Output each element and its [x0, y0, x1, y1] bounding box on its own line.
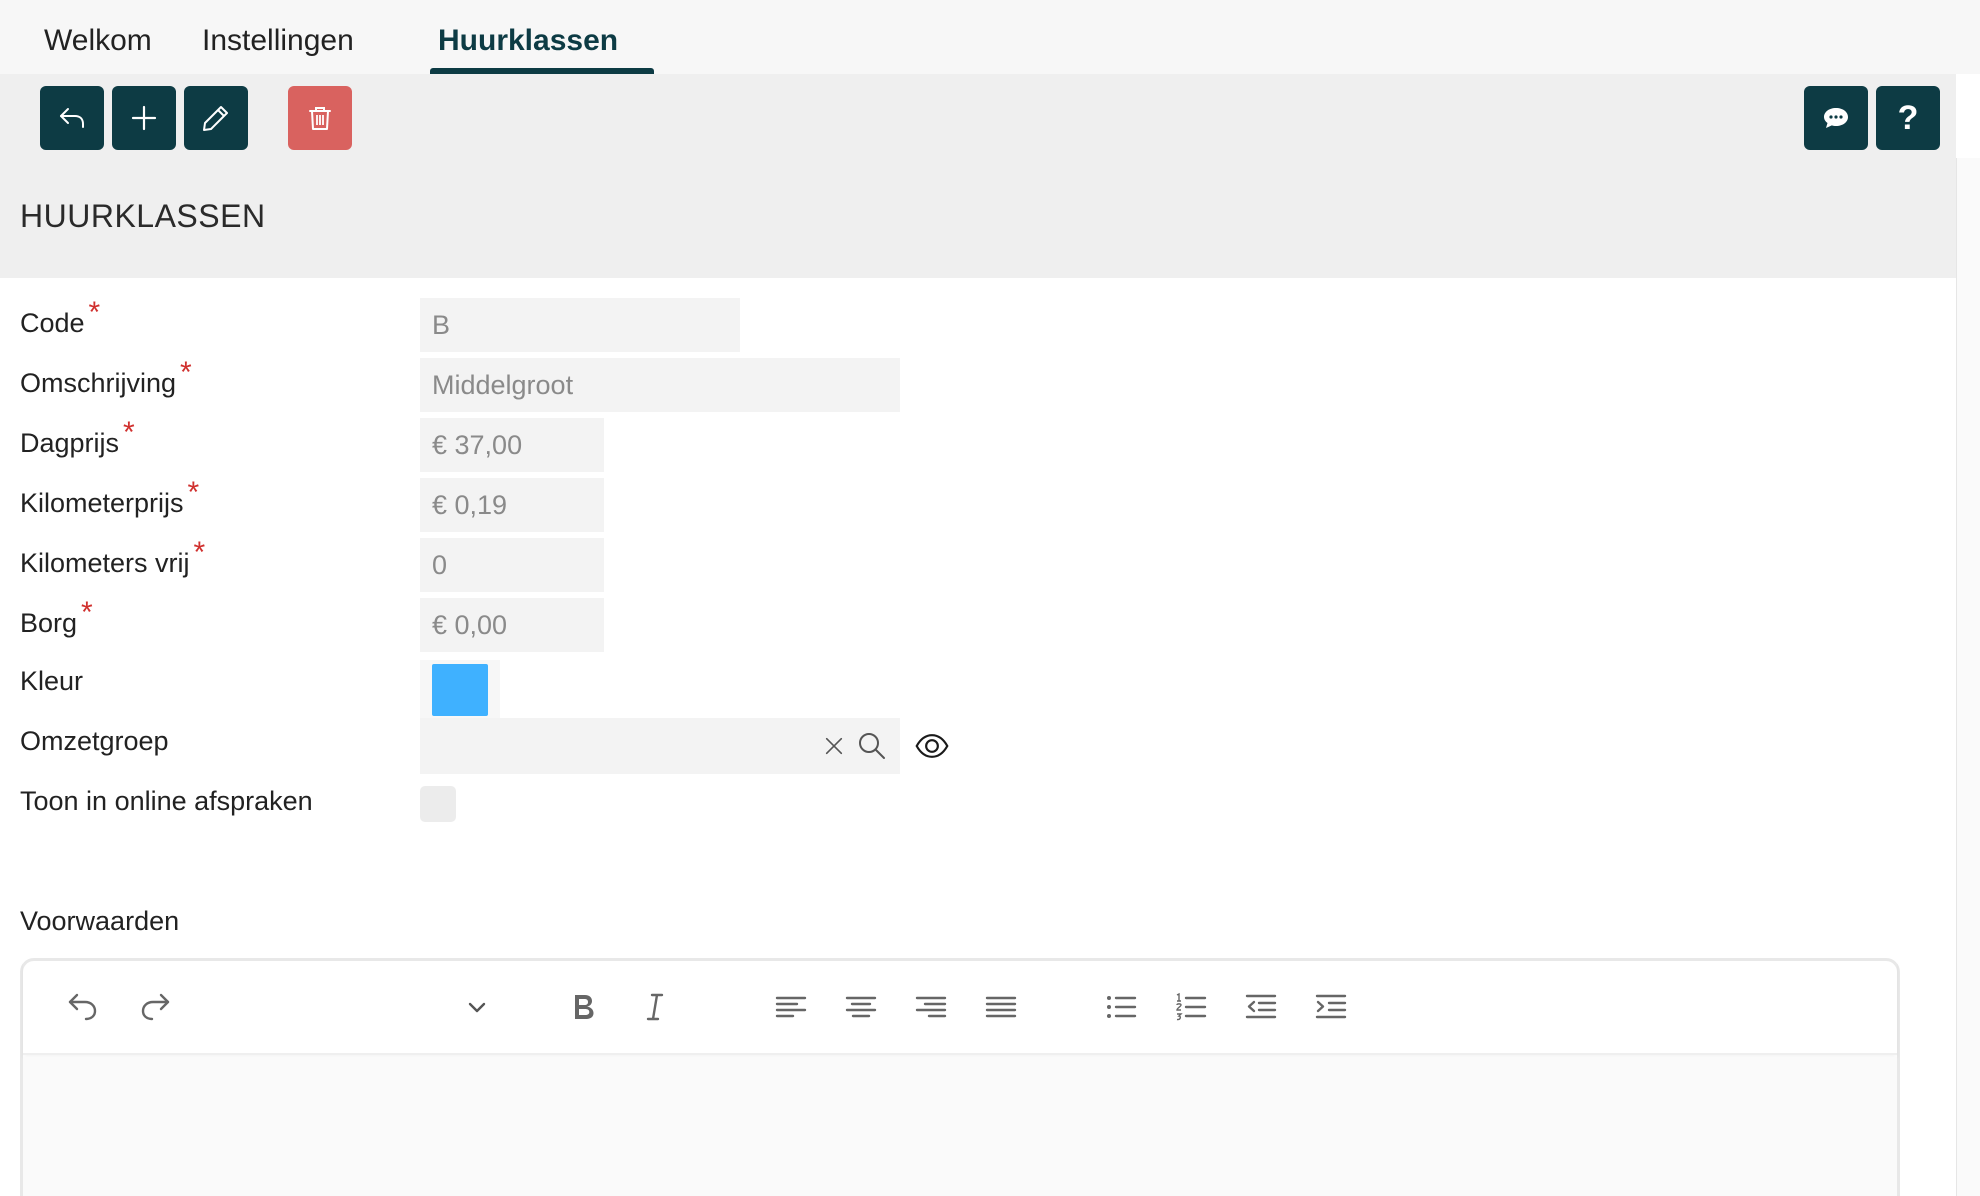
- color-swatch: [432, 664, 488, 716]
- color-picker[interactable]: [420, 660, 500, 720]
- search-button[interactable]: [854, 728, 890, 764]
- undo-icon: [68, 993, 97, 1021]
- toon-online-label: Toon in online afspraken: [20, 786, 313, 816]
- omzetgroep-label: Omzetgroep: [20, 726, 169, 756]
- align-center-button[interactable]: [837, 983, 885, 1031]
- plus-icon: [131, 105, 157, 131]
- borg-label: Borg *: [20, 596, 93, 638]
- kilometerprijs-label: Kilometerprijs *: [20, 476, 200, 518]
- edit-button[interactable]: [184, 86, 248, 150]
- numbered-list-button[interactable]: [1167, 983, 1215, 1031]
- chat-icon: [1824, 108, 1848, 128]
- tab-huurklassen[interactable]: Huurklassen: [438, 0, 618, 74]
- omschrijving-label: Omschrijving *: [20, 356, 192, 398]
- page-title: HUURKLASSEN: [20, 198, 266, 234]
- align-left-icon: [775, 996, 807, 1018]
- required-marker: *: [180, 356, 192, 389]
- required-marker: *: [187, 476, 200, 509]
- required-marker: *: [123, 416, 135, 449]
- view-button[interactable]: [912, 726, 952, 766]
- borg-field[interactable]: € 0,00: [420, 598, 604, 652]
- kilometers-vrij-label: Kilometers vrij *: [20, 536, 206, 578]
- align-right-icon: [915, 996, 947, 1018]
- rich-text-editor: [20, 958, 1900, 1196]
- omschrijving-field[interactable]: Middelgroot: [420, 358, 900, 412]
- comments-button[interactable]: [1804, 86, 1868, 150]
- trash-icon: [309, 107, 331, 130]
- clear-button[interactable]: [818, 730, 850, 762]
- redo-button[interactable]: [131, 983, 179, 1031]
- code-field[interactable]: B: [420, 298, 740, 352]
- add-button[interactable]: [112, 86, 176, 150]
- block-format-dropdown[interactable]: [453, 983, 501, 1031]
- code-label: Code *: [20, 296, 101, 338]
- help-button[interactable]: ?: [1876, 86, 1940, 150]
- kleur-label: Kleur: [20, 666, 84, 696]
- kilometers-vrij-field[interactable]: 0: [420, 538, 604, 592]
- align-justify-button[interactable]: [977, 983, 1025, 1031]
- redo-icon: [141, 993, 170, 1021]
- required-marker: *: [193, 536, 206, 569]
- delete-button[interactable]: [288, 86, 352, 150]
- bullet-list-button[interactable]: [1097, 983, 1145, 1031]
- bold-icon: [575, 995, 594, 1019]
- required-marker: *: [88, 296, 101, 329]
- close-icon: [825, 737, 843, 755]
- undo-button[interactable]: [59, 983, 107, 1031]
- outdent-icon: [1245, 994, 1277, 1019]
- back-icon: [60, 108, 84, 128]
- toon-online-checkbox[interactable]: [420, 786, 456, 822]
- tab-welkom[interactable]: Welkom: [44, 0, 152, 74]
- required-marker: *: [81, 596, 93, 629]
- scrollbar[interactable]: [1956, 158, 1980, 1196]
- eye-icon: [915, 734, 949, 758]
- dagprijs-label: Dagprijs *: [20, 416, 135, 458]
- align-justify-icon: [985, 996, 1017, 1018]
- indent-button[interactable]: [1307, 983, 1355, 1031]
- tab-instellingen[interactable]: Instellingen: [202, 0, 354, 74]
- numbered-list-icon: [1176, 992, 1207, 1021]
- align-right-button[interactable]: [907, 983, 955, 1031]
- search-icon: [859, 733, 885, 759]
- italic-button[interactable]: [631, 983, 679, 1031]
- bullet-list-icon: [1107, 996, 1137, 1018]
- italic-icon: [646, 993, 664, 1021]
- align-center-icon: [845, 996, 877, 1018]
- pencil-icon: [203, 106, 228, 131]
- outdent-button[interactable]: [1237, 983, 1285, 1031]
- kilometerprijs-field[interactable]: € 0,19: [420, 478, 604, 532]
- editor-toolbar: [23, 961, 1897, 1055]
- voorwaarden-label: Voorwaarden: [20, 906, 180, 936]
- back-button[interactable]: [40, 86, 104, 150]
- indent-icon: [1315, 994, 1347, 1019]
- chevron-down-icon: [468, 1002, 486, 1013]
- tab-bar: Welkom Instellingen Huurklassen: [0, 0, 1980, 74]
- editor-content[interactable]: [23, 1057, 1897, 1196]
- dagprijs-field[interactable]: € 37,00: [420, 418, 604, 472]
- align-left-button[interactable]: [767, 983, 815, 1031]
- bold-button[interactable]: [559, 983, 607, 1031]
